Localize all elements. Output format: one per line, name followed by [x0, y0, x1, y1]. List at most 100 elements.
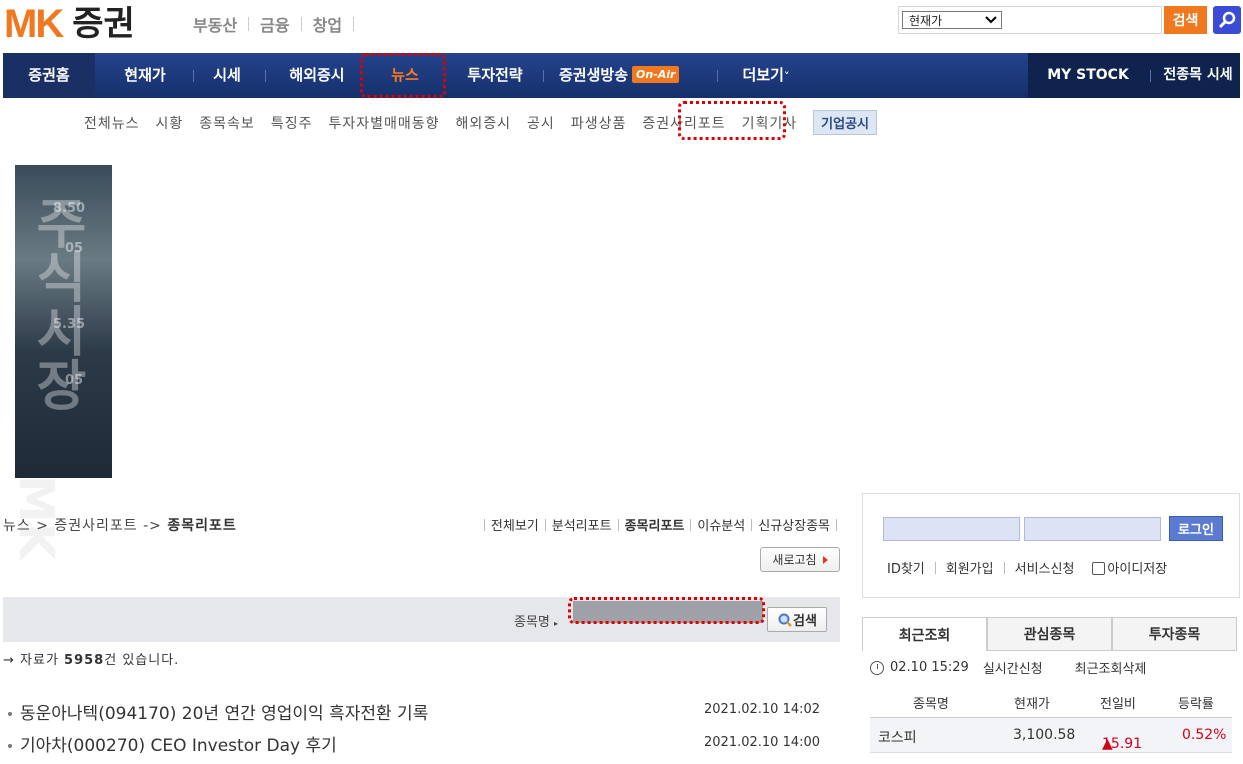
stock-rate: 0.52% — [1182, 727, 1227, 743]
nav-more-label: 더보기 — [742, 66, 784, 84]
subnav-breaking[interactable]: 종목속보 — [199, 113, 255, 133]
subnav-overseas[interactable]: 해외증시 — [456, 113, 512, 133]
main-nav: 증권홈 현재가 시세 해외증시 뉴스 투자전략 증권생방송 On-Air 더보기˅… — [3, 53, 1240, 98]
search-type-select[interactable]: 현재가 — [902, 11, 1002, 29]
news-title-link[interactable]: 기아차(000270) CEO Investor Day 후기 — [8, 731, 337, 756]
subnav-all-news[interactable]: 전체뉴스 — [84, 113, 140, 133]
top-links: 부동산 금융 창업 — [193, 12, 365, 36]
arrow-right-icon — [822, 555, 828, 564]
subnav-features[interactable]: 기획기사 — [742, 113, 798, 133]
top-link-startup[interactable]: 창업 — [313, 12, 342, 36]
nav-news[interactable]: 뉴스 — [365, 53, 445, 98]
find-id-link[interactable]: ID찾기 — [887, 558, 925, 577]
login-links: ID찾기 회원가입 서비스신청 아이디저장 — [887, 558, 1167, 577]
divider — [543, 70, 544, 82]
subnav-corporate-disclosure[interactable]: 기업공시 — [813, 110, 877, 135]
refresh-button[interactable]: 새로고침 — [760, 547, 840, 572]
signup-link[interactable]: 회원가입 — [946, 558, 994, 577]
login-box: 로그인 ID찾기 회원가입 서비스신청 아이디저장 — [862, 493, 1240, 598]
news-title-link[interactable]: 동운아나텍(094170) 20년 연간 영업이익 흑자전환 기록 — [8, 699, 428, 724]
divider — [836, 518, 837, 531]
nav-live[interactable]: 증권생방송 On-Air — [559, 53, 709, 98]
login-id-input[interactable] — [883, 517, 1020, 541]
result-count: → 자료가 5958건 있습니다. — [3, 653, 180, 668]
search-icon — [778, 613, 792, 627]
stock-search-button[interactable]: 검색 — [767, 607, 827, 632]
divider — [1003, 561, 1005, 574]
col-stock-name: 종목명 — [913, 697, 949, 712]
mk-logo[interactable]: MK 증권 — [4, 4, 135, 44]
nav-overseas[interactable]: 해외증시 — [267, 53, 367, 98]
delete-recent-link[interactable]: 최근조회삭제 — [1075, 658, 1147, 677]
remember-id-checkbox[interactable] — [1092, 562, 1106, 575]
divider — [544, 518, 546, 531]
subnav-broker-report[interactable]: 증권사리포트 — [642, 113, 725, 133]
divider — [717, 70, 718, 82]
tab-watchlist[interactable]: 관심종목 — [987, 617, 1112, 651]
recent-info: 02.10 15:29 실시간신청 최근조회삭제 — [870, 658, 1146, 677]
login-button[interactable]: 로그인 — [1169, 516, 1223, 541]
stock-name-input[interactable] — [573, 601, 763, 623]
subnav-disclosure[interactable]: 공시 — [527, 113, 555, 133]
top-link-finance[interactable]: 금융 — [260, 12, 289, 36]
nav-current-price[interactable]: 현재가 — [95, 53, 195, 98]
banner-vertical-text: 주식시장 — [25, 195, 88, 411]
bullet — [8, 712, 12, 716]
divider — [248, 17, 250, 31]
nav-right-area: MY STOCK 전종목 시세 — [1028, 53, 1240, 98]
divider — [617, 518, 619, 531]
search-icon[interactable] — [1213, 6, 1241, 34]
chevron-down-icon — [985, 16, 997, 24]
logo-securities-text: 증권 — [72, 4, 135, 44]
breadcrumb-path: 뉴스 > 증권사리포트 -> — [3, 518, 168, 534]
search-input[interactable]: 현재가 — [898, 6, 1162, 34]
top-link-realestate[interactable]: 부동산 — [193, 12, 237, 36]
category-all[interactable]: 전체보기 — [491, 515, 539, 534]
stock-price: 3,100.58 — [1013, 727, 1076, 743]
onair-badge: On-Air — [632, 66, 680, 83]
category-analysis[interactable]: 분석리포트 — [552, 515, 612, 534]
nav-more[interactable]: 더보기˅ — [725, 53, 807, 98]
subnav-market[interactable]: 시황 — [156, 113, 184, 133]
bullet — [8, 744, 12, 748]
search-type-value: 현재가 — [909, 13, 943, 28]
header-search: 현재가 검색 — [898, 6, 1241, 34]
category-new-listing[interactable]: 신규상장종목 — [758, 515, 830, 534]
remember-id[interactable]: 아이디저장 — [1092, 558, 1167, 577]
tab-recent[interactable]: 최근조회 — [862, 617, 987, 651]
nav-live-label: 증권생방송 — [559, 66, 629, 84]
nav-strategy[interactable]: 투자전략 — [447, 53, 543, 98]
category-issue[interactable]: 이슈분석 — [697, 515, 745, 534]
divider — [934, 561, 936, 574]
tab-investment[interactable]: 투자종목 — [1112, 617, 1237, 651]
report-category-links: 전체보기 분석리포트 종목리포트 이슈분석 신규상장종목 — [478, 515, 843, 534]
category-stock-report[interactable]: 종목리포트 — [625, 515, 685, 534]
breadcrumb-current: 종목리포트 — [167, 518, 237, 534]
search-button[interactable]: 검색 — [1164, 6, 1207, 34]
realtime-apply-link[interactable]: 실시간신청 — [983, 658, 1043, 677]
subnav-derivatives[interactable]: 파생상품 — [571, 113, 627, 133]
col-price: 현재가 — [1014, 697, 1050, 712]
stock-name-label: 종목명 ▸ — [514, 615, 559, 630]
breadcrumb: 뉴스 > 증권사리포트 -> 종목리포트 — [3, 515, 237, 535]
divider — [483, 518, 485, 531]
nav-market[interactable]: 시세 — [195, 53, 259, 98]
table-row[interactable]: 코스피 3,100.58 ▲ 15.91 0.52% — [870, 718, 1232, 753]
ad-banner[interactable]: 8.50 05 5.35 05 주식시장 — [15, 165, 112, 478]
subnav-featured[interactable]: 특징주 — [271, 113, 313, 133]
recent-table-header: 종목명 현재가 전일비 등락률 — [870, 684, 1232, 718]
news-date: 2021.02.10 14:02 — [704, 702, 821, 717]
result-count-number: 5958 — [64, 653, 105, 668]
sub-nav: 전체뉴스 시황 종목속보 특징주 투자자별매매동향 해외증시 공시 파생상품 증… — [84, 110, 877, 135]
stock-name[interactable]: 코스피 — [878, 727, 917, 747]
service-apply-link[interactable]: 서비스신청 — [1015, 558, 1075, 577]
subnav-investor-trend[interactable]: 투자자별매매동향 — [328, 113, 439, 133]
divider — [300, 17, 302, 31]
nav-my-stock[interactable]: MY STOCK — [1038, 53, 1138, 98]
refresh-label: 새로고침 — [772, 553, 817, 567]
chevron-down-icon: ˅ — [783, 70, 790, 83]
col-rate: 등락률 — [1178, 697, 1214, 712]
login-password-input[interactable] — [1024, 517, 1161, 541]
nav-securities-home[interactable]: 증권홈 — [3, 53, 95, 98]
nav-all-stocks[interactable]: 전종목 시세 — [1156, 53, 1240, 98]
